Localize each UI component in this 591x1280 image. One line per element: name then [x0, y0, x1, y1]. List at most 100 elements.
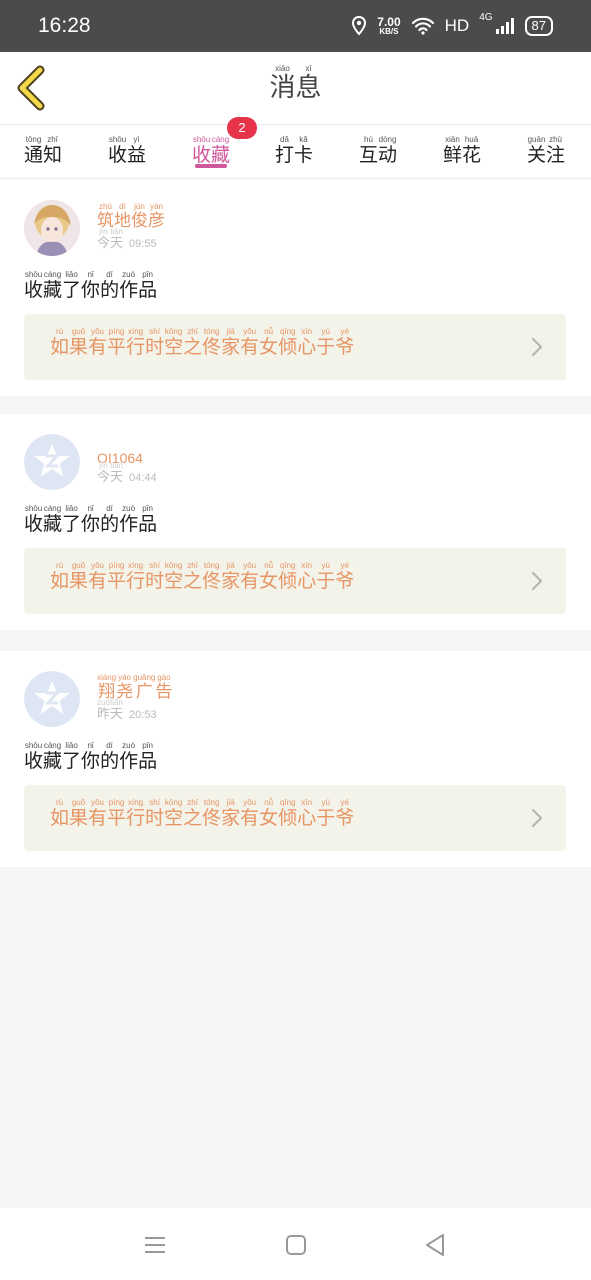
ruby-char: 有yǒu [88, 327, 108, 358]
ruby-char: 有yǒu [240, 561, 260, 592]
work-link[interactable]: 如rú果guǒ有yǒu平píng行xíng时shí空kōng之zhī佟tóng家… [24, 785, 566, 851]
ruby-char: 倾qīng [278, 561, 298, 592]
tab-favorites[interactable]: 收shōu藏cáng [192, 135, 230, 167]
ruby-char: 今jīn [97, 461, 111, 485]
status-time: 16:28 [38, 14, 91, 37]
ruby-char: 倾qīng [278, 327, 298, 358]
work-link[interactable]: 如rú果guǒ有yǒu平píng行xíng时shí空kōng之zhī佟tóng家… [24, 314, 566, 380]
tab-bar: 通tōng知zhī 收shōu益yì 收shōu藏cáng 打dǎ卡kǎ 互hù动dòn… [0, 125, 591, 177]
hd-indicator: HD [444, 16, 470, 35]
page-title: 消xiāo息xī [0, 64, 591, 104]
battery-indicator: 87 [524, 16, 553, 36]
ruby-char: 果guǒ [69, 327, 89, 358]
ruby-char: 品pǐn [138, 504, 158, 535]
ruby-char: 佟tóng [202, 327, 222, 358]
avatar[interactable] [24, 434, 80, 490]
ruby-char: 天tiān [110, 698, 124, 722]
avatar[interactable] [24, 200, 80, 256]
ruby-char: 之zhī [183, 798, 203, 829]
ruby-char: 空kōng [164, 798, 184, 829]
ruby-char: 于yú [316, 798, 336, 829]
ruby-char: 收shōu [24, 270, 44, 301]
ruby-char: 收shōu [192, 135, 212, 166]
ruby-char: 爷yé [335, 327, 355, 358]
ruby-char: 了liǎo [62, 741, 82, 772]
message-card: 翔xiáng尧yáo广guǎng告gào 昨zuó天tiān20:53 收shōu藏… [0, 651, 591, 867]
ruby-char: 女nǚ [259, 561, 279, 592]
ruby-char: 动dòng [378, 135, 398, 166]
ruby-char: 作zuò [119, 270, 139, 301]
tab-flowers[interactable]: 鲜xiān花huā [443, 135, 481, 167]
nav-menu-button[interactable] [142, 1232, 168, 1258]
square-icon [286, 1235, 306, 1255]
chevron-right-icon [530, 808, 544, 832]
ruby-char: 的dí [100, 504, 120, 535]
ruby-char: 行xíng [126, 561, 146, 592]
user-avatar-image [24, 200, 80, 256]
ruby-char: 收shōu [24, 741, 44, 772]
ruby-char: 倾qīng [278, 798, 298, 829]
ruby-char: 心xīn [297, 798, 317, 829]
ruby-char: 心xīn [297, 327, 317, 358]
chevron-right-icon [530, 571, 544, 595]
ruby-char: 藏cáng [43, 741, 63, 772]
active-tab-indicator [195, 164, 227, 168]
tab-checkin[interactable]: 打dǎ卡kǎ [275, 135, 313, 167]
ruby-char: 佟tóng [202, 561, 222, 592]
ruby-char: 之zhī [183, 561, 203, 592]
tab-earnings[interactable]: 收shōu益yì [108, 135, 146, 167]
ruby-char: 昨zuó [97, 698, 111, 722]
tab-interactions[interactable]: 互hù动dòng [359, 135, 397, 167]
ruby-char: 了liǎo [62, 504, 82, 535]
ruby-char: 今jīn [97, 227, 111, 251]
status-icons: 7.00 KB/S HD 4G 87 [351, 12, 553, 40]
ruby-char: 的dí [100, 741, 120, 772]
network-speed: 7.00 KB/S [377, 15, 401, 36]
ruby-char: 息xī [295, 64, 322, 103]
ruby-char: 家jiā [221, 561, 241, 592]
favorites-badge: 2 [227, 117, 257, 139]
ruby-char: 你nǐ [81, 504, 101, 535]
ruby-char: 打dǎ [275, 135, 295, 166]
ruby-char: 行xíng [126, 798, 146, 829]
location-icon [352, 16, 367, 36]
ruby-char: 平píng [107, 561, 127, 592]
ruby-char: 果guǒ [69, 798, 89, 829]
ruby-char: 心xīn [297, 561, 317, 592]
message-time: 昨zuó天tiān20:53 [97, 698, 157, 722]
ruby-char: 花huā [462, 135, 482, 166]
nav-back-button[interactable] [422, 1232, 448, 1258]
ruby-char: 如rú [50, 561, 70, 592]
action-text: 收shōu藏cáng了liǎo你nǐ的dí作zuò品pǐn [24, 741, 157, 773]
ruby-char: 空kōng [164, 561, 184, 592]
ruby-char: 天tiān [110, 227, 124, 251]
message-card: 筑zhù地dì俊jùn彦yàn 今jīn天tiān09:55 收shōu藏cáng了… [0, 180, 591, 396]
ruby-char: 注zhù [546, 135, 566, 166]
ruby-char: 时shí [145, 798, 165, 829]
ruby-char: 家jiā [221, 798, 241, 829]
ruby-char: 藏cáng [43, 504, 63, 535]
ruby-char: 藏cáng [211, 135, 231, 166]
ruby-char: 品pǐn [138, 741, 158, 772]
avatar[interactable] [24, 671, 80, 727]
ruby-char: 有yǒu [88, 561, 108, 592]
ruby-char: 益yì [127, 135, 147, 166]
ruby-char: 爷yé [335, 561, 355, 592]
action-text: 收shōu藏cáng了liǎo你nǐ的dí作zuò品pǐn [24, 504, 157, 536]
ruby-char: 空kōng [164, 327, 184, 358]
ruby-char: 有yǒu [88, 798, 108, 829]
ruby-char: 品pǐn [138, 270, 158, 301]
ruby-char: 告gào [155, 673, 173, 702]
ruby-char: 如rú [50, 327, 70, 358]
default-avatar-icon [24, 434, 80, 490]
ruby-char: 天tiān [110, 461, 124, 485]
tab-follows[interactable]: 关guān注zhù [527, 135, 565, 167]
work-title: 如rú果guǒ有yǒu平píng行xíng时shí空kōng之zhī佟tóng家… [50, 327, 354, 359]
work-link[interactable]: 如rú果guǒ有yǒu平píng行xíng时shí空kōng之zhī佟tóng家… [24, 548, 566, 614]
tab-notifications[interactable]: 通tōng知zhī [24, 135, 62, 167]
message-time: 今jīn天tiān04:44 [97, 461, 157, 485]
ruby-char: 于yú [316, 327, 336, 358]
nav-home-button[interactable] [283, 1232, 309, 1258]
default-avatar-icon [24, 671, 80, 727]
ruby-char: 关guān [527, 135, 547, 166]
